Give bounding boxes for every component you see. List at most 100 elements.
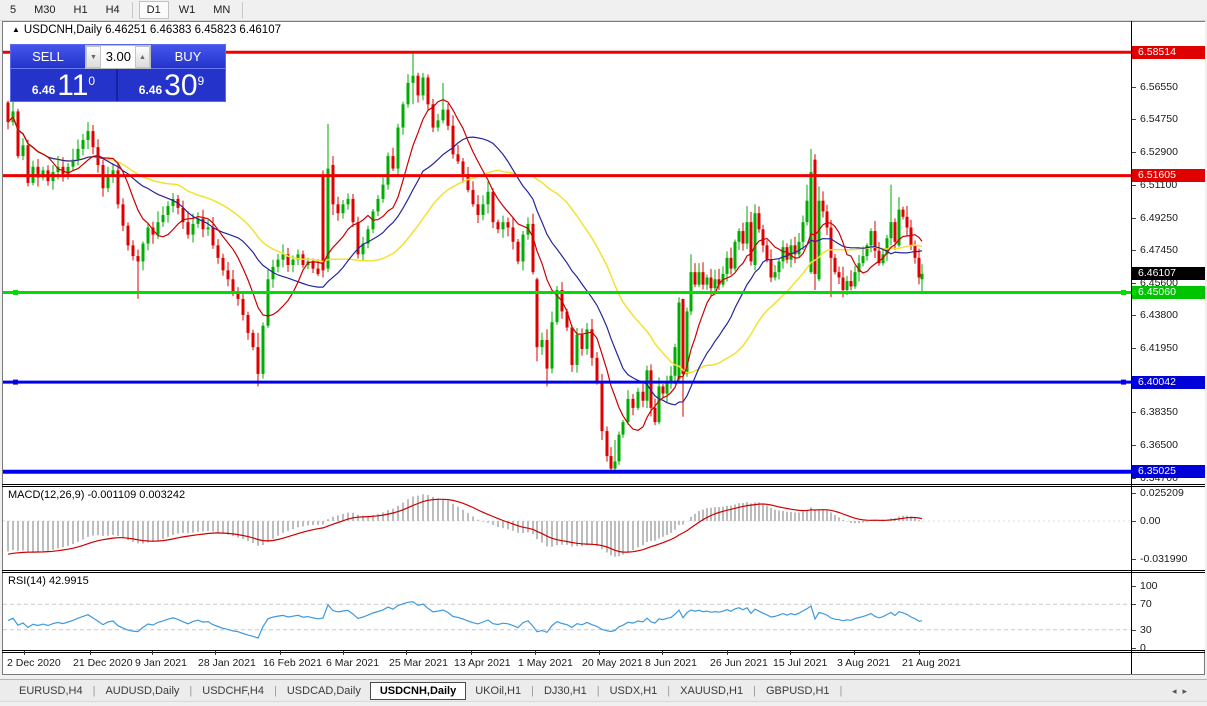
timeframe-h1[interactable]: H1: [66, 1, 96, 19]
candle: [217, 239, 220, 264]
tab-separator: |: [189, 685, 192, 697]
timeframe-d1[interactable]: D1: [139, 1, 169, 19]
level-handle[interactable]: [1121, 290, 1126, 295]
date-tick-mark: [24, 651, 25, 655]
buy-price-display[interactable]: 6.46 30 9: [118, 69, 225, 101]
sell-price-sup: 0: [88, 74, 95, 88]
timeframe-5[interactable]: 5: [2, 1, 24, 19]
volume-input[interactable]: 3.00: [101, 46, 135, 68]
volume-increase-button[interactable]: ▲: [135, 46, 150, 68]
volume-spinner: ▼ 3.00 ▲: [85, 45, 151, 69]
candle: [614, 440, 617, 473]
sell-price-small: 6.46: [32, 83, 55, 97]
candle: [782, 240, 785, 268]
pane-separator: [2, 572, 1205, 573]
candle: [202, 210, 205, 238]
candle: [417, 73, 420, 103]
tab-eurusd-h4[interactable]: EURUSD,H4: [10, 682, 92, 700]
sell-price-big: 11: [57, 72, 88, 100]
candle: [694, 263, 697, 287]
candle: [397, 124, 400, 175]
macd-tick-mark: [1132, 559, 1136, 560]
price-tick-mark: [1132, 119, 1136, 120]
tab-separator: |: [753, 685, 756, 697]
candle: [678, 297, 681, 383]
candle: [142, 241, 145, 270]
candle: [581, 328, 584, 355]
price-scale-axis[interactable]: 6.565506.547506.529006.511006.492506.474…: [1132, 22, 1205, 651]
tab-usdx-h1[interactable]: USDX,H1: [601, 682, 667, 700]
date-tick-mark: [662, 651, 663, 655]
candle: [412, 52, 415, 105]
candle: [387, 153, 390, 190]
candle: [237, 287, 240, 306]
date-label: 9 Jan 2021: [135, 657, 187, 669]
date-axis[interactable]: 2 Dec 202021 Dec 20209 Jan 202128 Jan 20…: [3, 653, 1131, 674]
candle: [487, 181, 490, 213]
candle: [512, 217, 515, 249]
price-tick-mark: [1132, 445, 1136, 446]
rsi-indicator-canvas[interactable]: [3, 572, 1131, 651]
candle: [392, 148, 395, 171]
candle: [37, 159, 40, 187]
level-handle[interactable]: [1132, 380, 1136, 385]
timeframe-m30[interactable]: M30: [26, 1, 63, 19]
date-label: 3 Aug 2021: [837, 657, 890, 669]
candle: [282, 244, 285, 267]
timeframe-h4[interactable]: H4: [98, 1, 128, 19]
date-tick-mark: [919, 651, 920, 655]
candle: [262, 323, 265, 379]
buy-button[interactable]: BUY: [151, 45, 225, 69]
date-label: 21 Aug 2021: [902, 657, 961, 669]
candle: [182, 201, 185, 229]
price-tick-label: 6.47450: [1140, 244, 1178, 256]
candle: [402, 102, 405, 135]
one-click-trade-panel: SELL ▼ 3.00 ▲ BUY 6.46 11 0 6.46 30 9: [10, 44, 226, 102]
tab-dj30-h1[interactable]: DJ30,H1: [535, 682, 596, 700]
level-handle[interactable]: [1121, 380, 1126, 385]
pane-separator[interactable]: [2, 484, 1205, 485]
tab-scroll-left-icon[interactable]: ◂: [1172, 686, 1183, 696]
candle: [702, 262, 705, 289]
candle: [902, 207, 905, 220]
candle: [462, 158, 465, 183]
tab-usdchf-h4[interactable]: USDCHF,H4: [193, 682, 273, 700]
timeframe-mn[interactable]: MN: [205, 1, 238, 19]
level-handle[interactable]: [1132, 290, 1136, 295]
rsi-tick-mark: [1132, 604, 1136, 605]
timeframe-w1[interactable]: W1: [171, 1, 204, 19]
status-strip: [0, 701, 1207, 706]
candle: [802, 216, 805, 251]
tab-gbpusd-h1[interactable]: GBPUSD,H1: [757, 682, 839, 700]
tab-usdcad-daily[interactable]: USDCAD,Daily: [278, 682, 370, 700]
tab-ukoil-h1[interactable]: UKOil,H1: [466, 682, 530, 700]
price-tick-label: 6.38350: [1140, 406, 1178, 418]
candle: [247, 312, 250, 340]
rsi-line: [8, 602, 922, 638]
macd-tick-mark: [1132, 493, 1136, 494]
tab-scroll-right-icon[interactable]: ▸: [1182, 686, 1193, 696]
candle: [722, 266, 725, 287]
date-tick-mark: [90, 651, 91, 655]
candle: [601, 374, 604, 440]
price-level-badge: 6.58514: [1132, 46, 1205, 59]
pane-separator[interactable]: [2, 570, 1205, 571]
candle: [447, 104, 450, 131]
tab-usdcnh-daily[interactable]: USDCNH,Daily: [370, 682, 466, 700]
moving-average-35: [8, 117, 922, 373]
level-handle[interactable]: [13, 290, 18, 295]
level-handle[interactable]: [13, 380, 18, 385]
date-tick-mark: [471, 651, 472, 655]
candle: [854, 266, 857, 289]
candle: [806, 185, 809, 226]
sell-button[interactable]: SELL: [11, 45, 85, 69]
volume-decrease-button[interactable]: ▼: [86, 46, 101, 68]
date-label: 20 May 2021: [582, 657, 643, 669]
sell-price-display[interactable]: 6.46 11 0: [11, 69, 118, 101]
candle: [92, 125, 95, 154]
tab-audusd-daily[interactable]: AUDUSD,Daily: [96, 682, 188, 700]
candle: [834, 254, 837, 274]
candle: [277, 254, 280, 273]
candle: [122, 198, 125, 231]
tab-xauusd-h1[interactable]: XAUUSD,H1: [671, 682, 752, 700]
